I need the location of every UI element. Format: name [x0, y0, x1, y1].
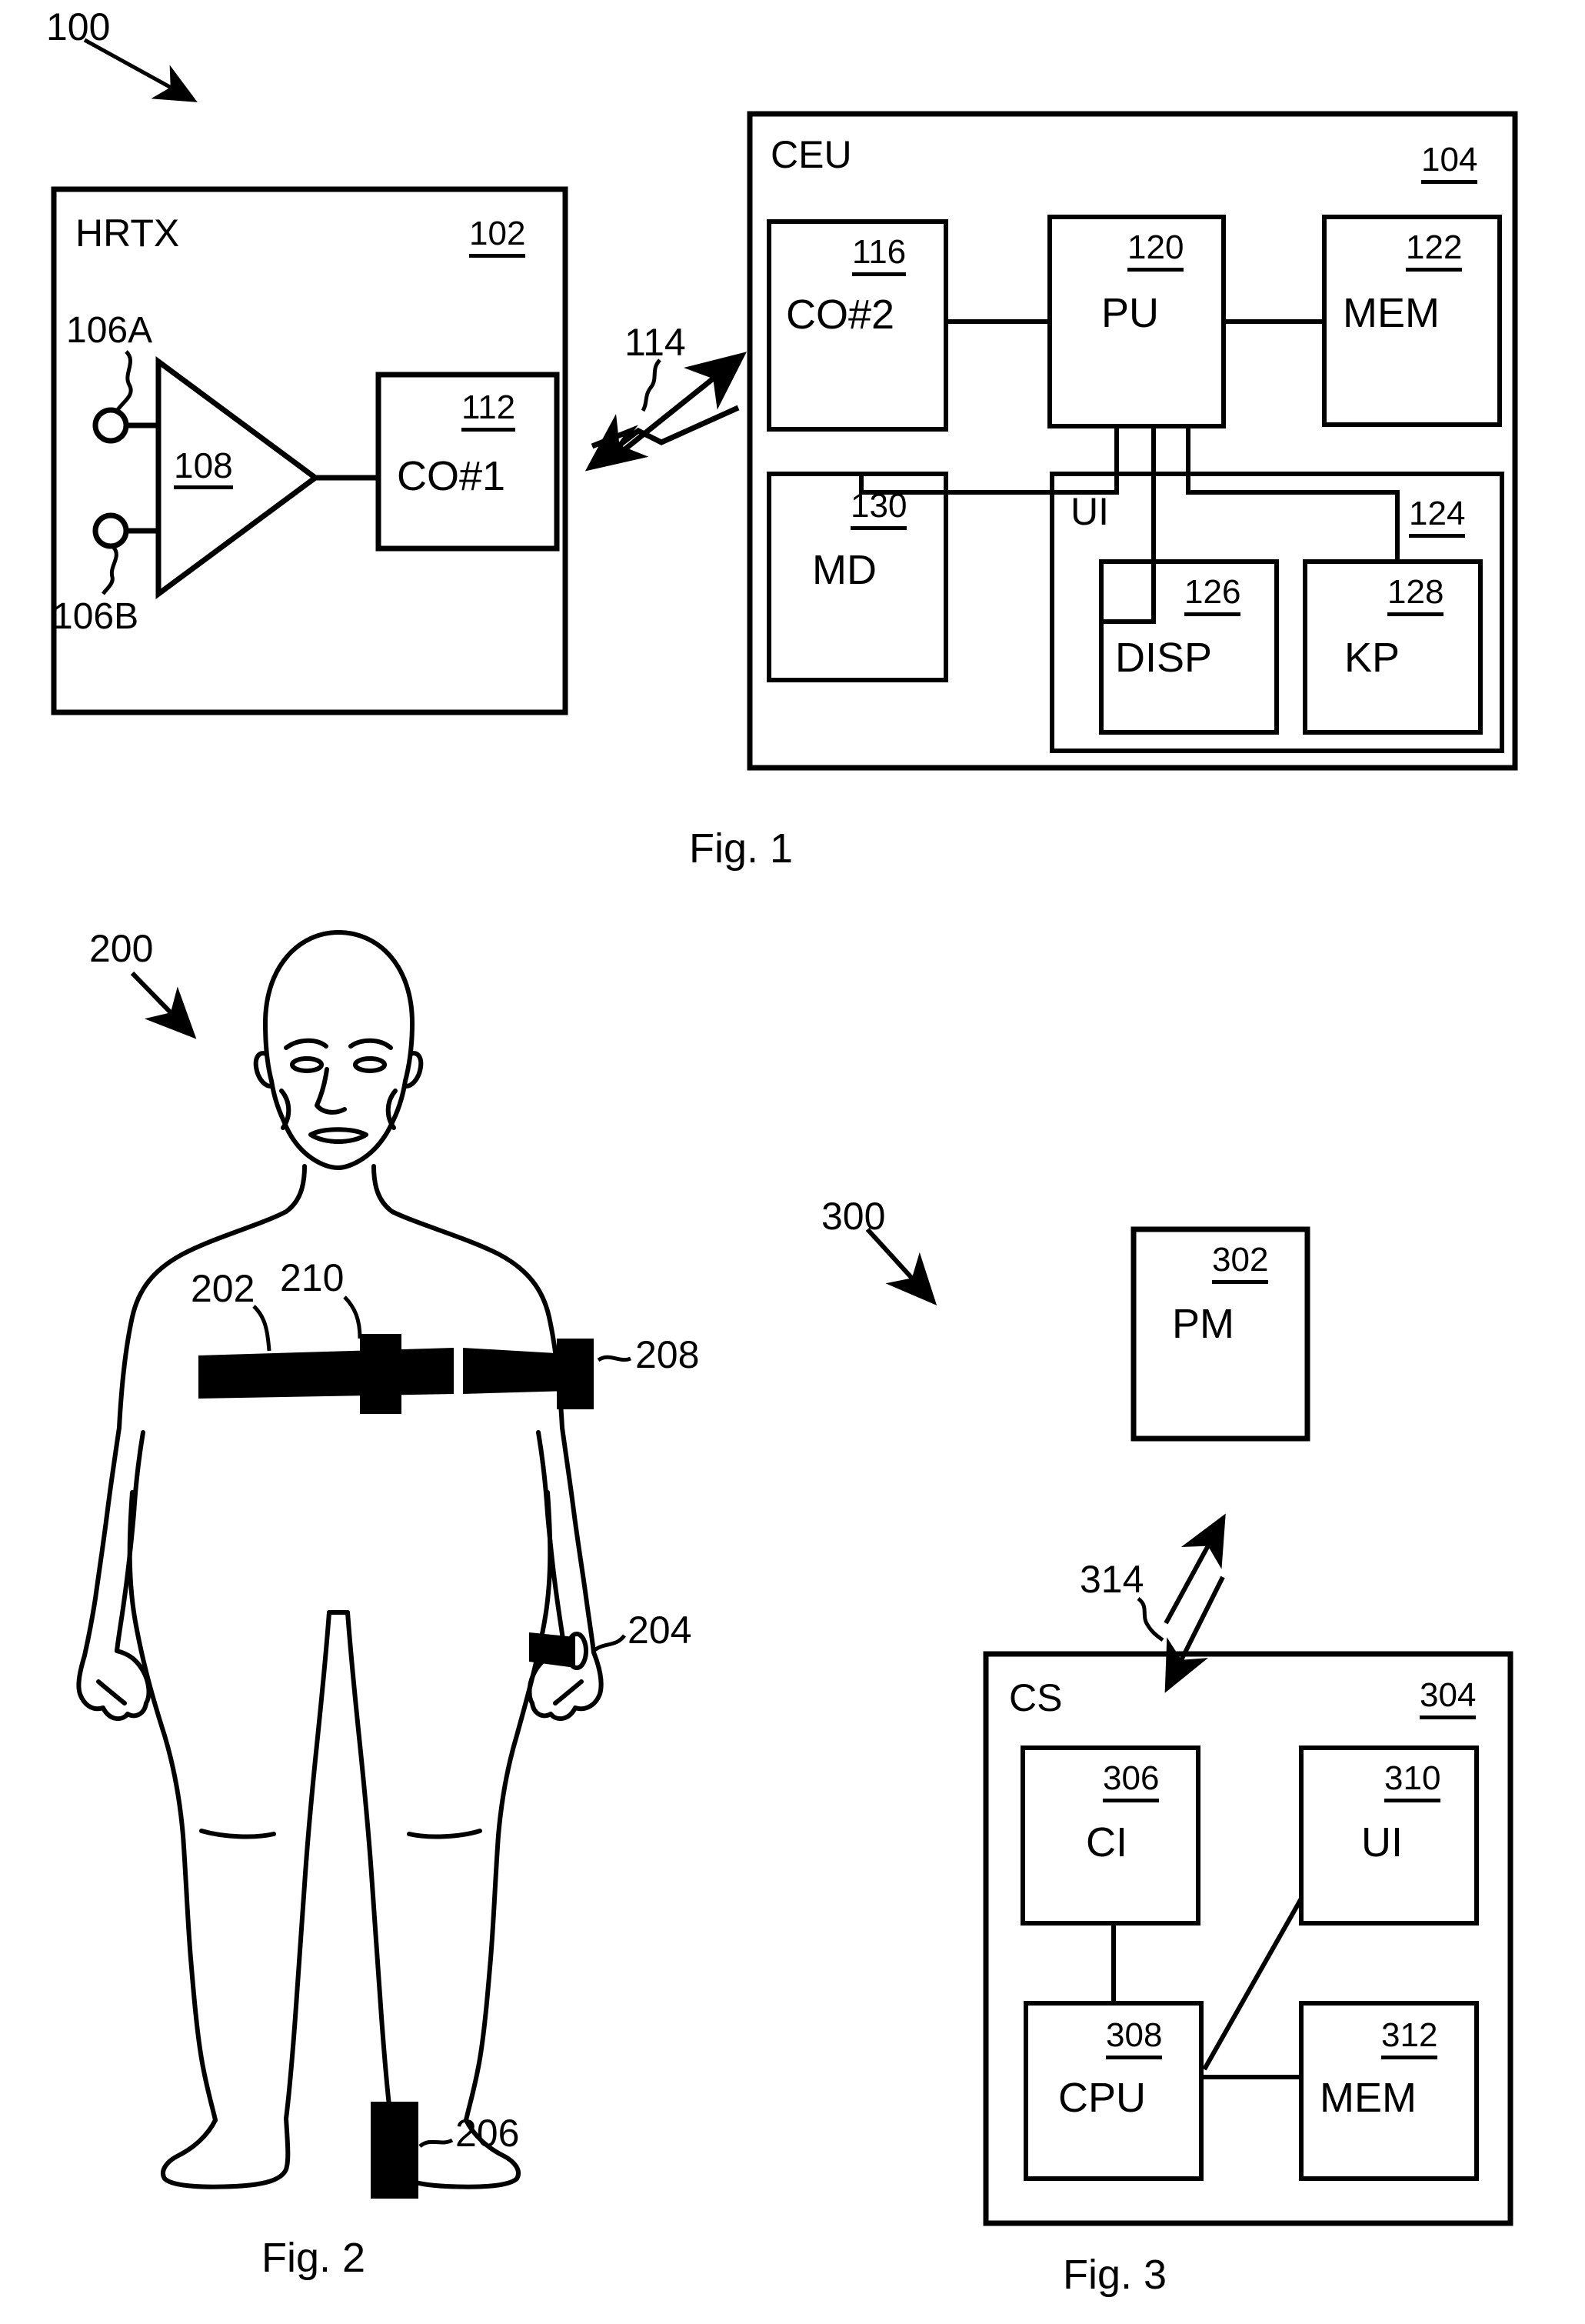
md-name: MD [812, 547, 877, 593]
pu-name: PU [1101, 290, 1160, 336]
ui-124-title: UI [1071, 490, 1109, 533]
link-114-label: 114 [624, 321, 686, 364]
electrode-106b-graphic [92, 512, 158, 595]
chest-strap-202 [198, 1348, 454, 1399]
electrode-106b-label: 106B [52, 596, 139, 637]
cs-ref: 304 [1420, 1679, 1477, 1719]
strap-module-210 [360, 1334, 401, 1414]
disp-name: DISP [1115, 635, 1213, 681]
ui-310-ref: 310 [1384, 1762, 1441, 1802]
kp-ref: 128 [1387, 575, 1444, 616]
ui-310-name: UI [1361, 1819, 1403, 1866]
ceu-title: CEU [771, 133, 852, 176]
hrtx-ref: 102 [469, 217, 526, 258]
fig2-leaders [130, 971, 631, 2149]
co1-ref: 112 [461, 391, 516, 432]
md-ref: 130 [851, 489, 907, 530]
cs-title: CS [1009, 1676, 1063, 1719]
pu-ref: 120 [1127, 231, 1184, 272]
ref-210-label: 210 [280, 1256, 345, 1299]
fig2-caption: Fig. 2 [261, 2235, 366, 2281]
ref-204-label: 204 [628, 1609, 692, 1652]
ci-name: CI [1086, 1819, 1127, 1866]
link-114-arrows [584, 352, 747, 472]
ceu-ref: 104 [1421, 143, 1478, 184]
ref-200-label: 200 [89, 927, 154, 970]
mem-312-name: MEM [1320, 2075, 1417, 2121]
amplifier-108-label: 108 [174, 448, 233, 489]
fig1-caption: Fig. 1 [689, 825, 794, 872]
disp-ref: 126 [1184, 575, 1241, 616]
cpu-ref: 308 [1106, 2019, 1163, 2059]
co2-name: CO#2 [786, 292, 895, 338]
electrode-106a-graphic [92, 350, 158, 444]
ref-300-leader [865, 1227, 937, 1305]
human-body-outline [76, 930, 604, 2189]
kp-name: KP [1344, 635, 1400, 681]
patent-drawing-sheet: 100 HRTX 102 106A 106B 108 112 CO#1 114 … [0, 0, 1585, 2324]
ref-100-label: 100 [46, 5, 111, 48]
mem-312-ref: 312 [1381, 2019, 1438, 2059]
ref-206-label: 206 [455, 2112, 520, 2155]
arm-band-208 [463, 1339, 594, 1409]
link-314-label: 314 [1080, 1558, 1144, 1601]
ref-300-label: 300 [821, 1195, 886, 1238]
ui-124-ref: 124 [1409, 497, 1466, 538]
ref-100-leader [83, 38, 198, 102]
cs-box [983, 1651, 1513, 2226]
link-314-arrows [1137, 1513, 1226, 1693]
co2-ref: 116 [852, 235, 907, 276]
wrist-unit-204 [529, 1632, 588, 1670]
hrtx-title: HRTX [75, 212, 180, 255]
ref-202-label: 202 [191, 1267, 255, 1310]
cpu-name: CPU [1058, 2075, 1147, 2121]
mem-122-name: MEM [1343, 290, 1440, 336]
fig3-caption: Fig. 3 [1063, 2252, 1167, 2298]
mem-122-ref: 122 [1406, 231, 1463, 272]
ref-208-label: 208 [635, 1333, 700, 1376]
ci-ref: 306 [1103, 1762, 1160, 1802]
ankle-unit-206 [371, 2102, 418, 2199]
electrode-106a-label: 106A [66, 310, 153, 351]
drawing-line-art [51, 38, 1518, 2226]
co1-name: CO#1 [397, 453, 506, 499]
pm-name: PM [1172, 1301, 1234, 1347]
pm-ref: 302 [1212, 1243, 1269, 1284]
